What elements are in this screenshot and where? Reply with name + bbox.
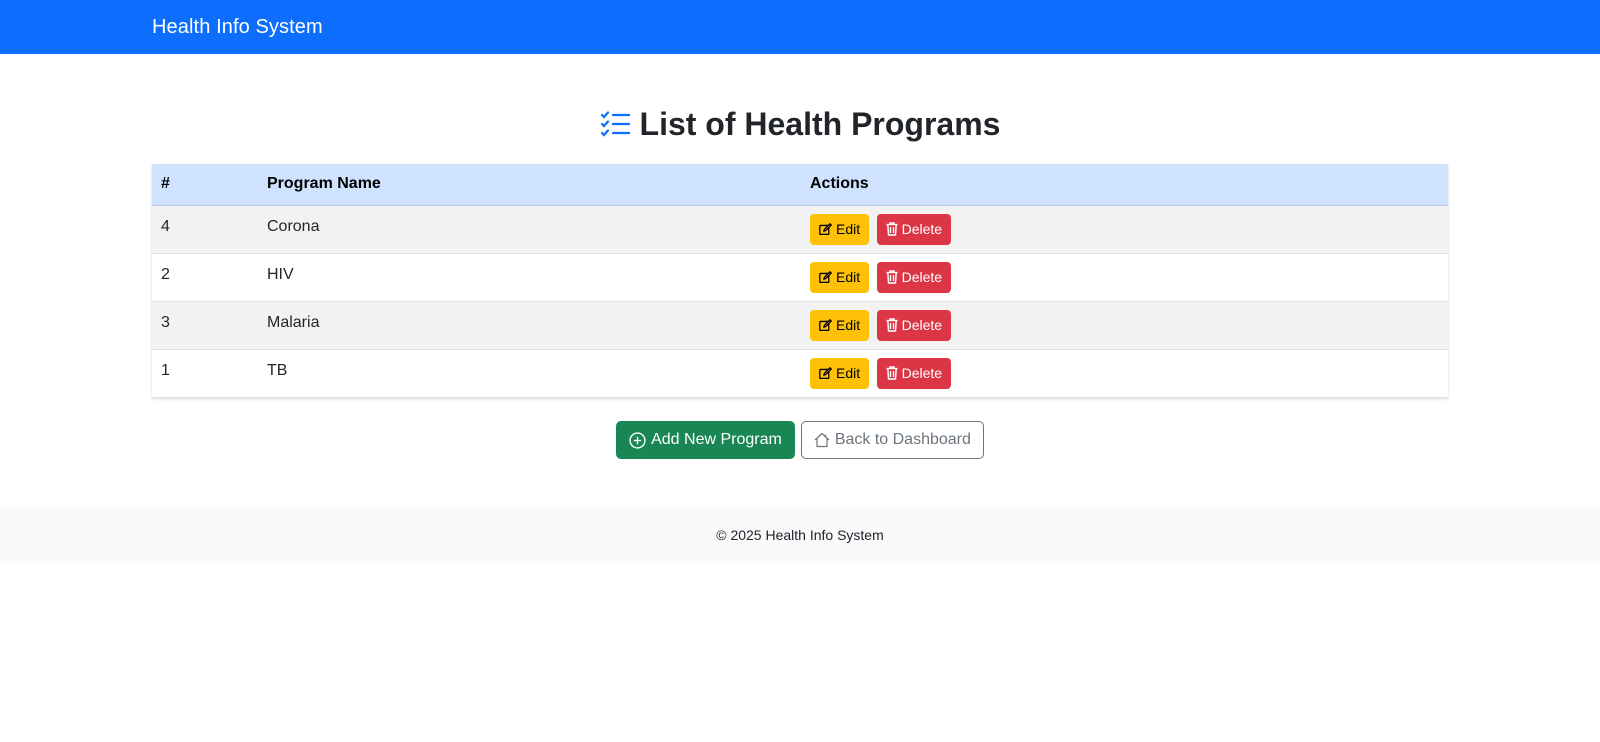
row-actions: Edit Delete (801, 205, 1448, 254)
table-header-row: # Program Name Actions (152, 164, 1448, 206)
program-name: Corona (258, 205, 801, 254)
list-check-icon (600, 110, 630, 138)
house-icon (814, 432, 830, 448)
program-id: 2 (152, 253, 258, 302)
table-row: 1 TB Edit Delete (152, 349, 1448, 398)
edit-label: Edit (836, 317, 861, 333)
edit-button[interactable]: Edit (810, 309, 870, 341)
add-new-program-label: Add New Program (651, 431, 782, 448)
column-header-number: # (152, 164, 258, 206)
edit-label: Edit (836, 221, 861, 237)
delete-button[interactable]: Delete (876, 357, 952, 389)
back-to-dashboard-button[interactable]: Back to Dashboard (800, 421, 984, 459)
edit-label: Edit (836, 365, 861, 381)
page-actions: Add New Program Back to Dashboard (0, 421, 1600, 459)
table-row: 4 Corona Edit Delete (152, 205, 1448, 254)
delete-label: Delete (901, 365, 943, 381)
footer: © 2025 Health Info System (0, 507, 1600, 563)
row-actions: Edit Delete (801, 253, 1448, 302)
row-actions: Edit Delete (801, 349, 1448, 398)
back-to-dashboard-label: Back to Dashboard (834, 431, 971, 448)
program-id: 4 (152, 205, 258, 254)
delete-label: Delete (901, 317, 943, 333)
program-id: 3 (152, 301, 258, 350)
pencil-square-icon (819, 270, 832, 283)
navbar-brand[interactable]: Health Info System (152, 16, 323, 39)
add-new-program-button[interactable]: Add New Program (616, 421, 795, 459)
pencil-square-icon (819, 318, 832, 331)
program-name: TB (258, 349, 801, 398)
trash-icon (886, 222, 898, 236)
pencil-square-icon (819, 222, 832, 235)
edit-button[interactable]: Edit (810, 261, 870, 293)
table-row: 2 HIV Edit Delete (152, 253, 1448, 302)
trash-icon (886, 366, 898, 380)
delete-button[interactable]: Delete (876, 261, 952, 293)
navbar: Health Info System (0, 0, 1600, 54)
edit-button[interactable]: Edit (810, 357, 870, 389)
edit-button[interactable]: Edit (810, 213, 870, 245)
edit-label: Edit (836, 269, 861, 285)
delete-label: Delete (901, 221, 943, 237)
programs-table: # Program Name Actions 4 Corona Edit Del… (152, 164, 1448, 398)
program-name: Malaria (258, 301, 801, 350)
page-title: List of Health Programs (639, 105, 1001, 142)
program-id: 1 (152, 349, 258, 398)
program-name: HIV (258, 253, 801, 302)
plus-circle-icon (629, 431, 646, 449)
delete-label: Delete (901, 269, 943, 285)
column-header-program-name: Program Name (258, 164, 801, 206)
table-row: 3 Malaria Edit Delete (152, 301, 1448, 350)
programs-table-container: # Program Name Actions 4 Corona Edit Del… (152, 164, 1448, 398)
trash-icon (886, 318, 898, 332)
pencil-square-icon (819, 366, 832, 379)
delete-button[interactable]: Delete (876, 309, 952, 341)
column-header-actions: Actions (801, 164, 1448, 206)
page-header: List of Health Programs (0, 105, 1600, 143)
row-actions: Edit Delete (801, 301, 1448, 350)
delete-button[interactable]: Delete (876, 213, 952, 245)
footer-copyright: © 2025 Health Info System (716, 527, 884, 543)
trash-icon (886, 270, 898, 284)
